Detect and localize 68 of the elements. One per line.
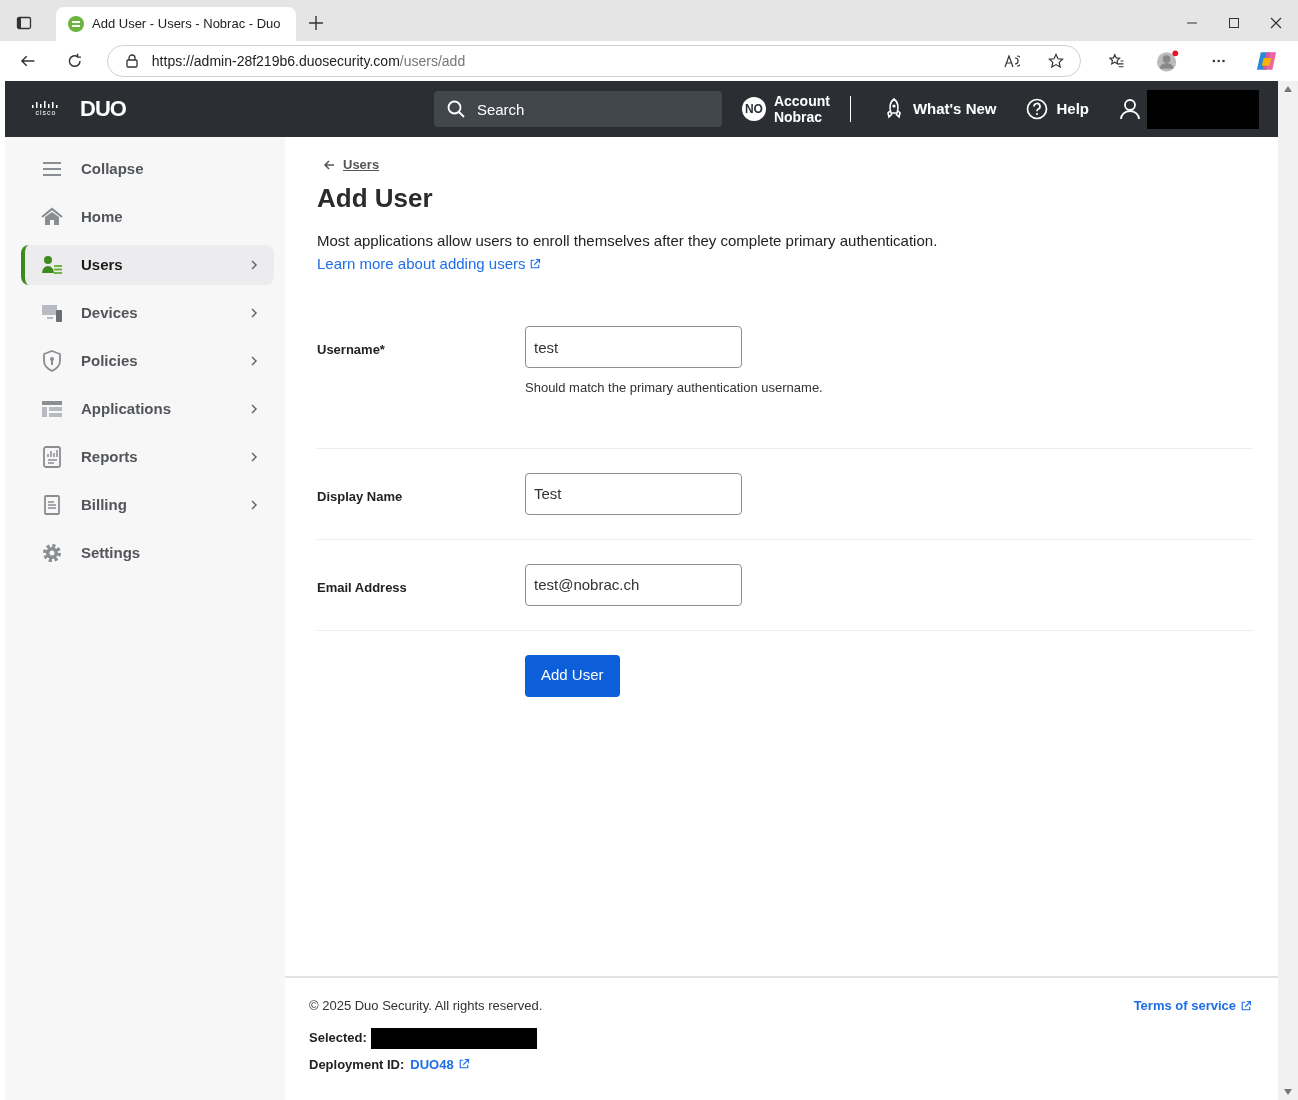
- deployment-id-link[interactable]: DUO48: [410, 1054, 470, 1074]
- description-text: Most applications allow users to enroll themselves after they complete primary authentication.: [317, 230, 939, 251]
- lock-icon: [123, 53, 140, 69]
- back-icon[interactable]: [20, 53, 36, 69]
- sidebar-item[interactable]: Policies: [21, 341, 274, 381]
- learn-more-link[interactable]: Learn more about adding users: [317, 253, 542, 276]
- field-label: Email Address: [317, 578, 408, 597]
- scroll-up-icon[interactable]: [1284, 85, 1292, 93]
- window-icon: [41, 398, 63, 420]
- devices-icon: [41, 302, 63, 324]
- duo-logo[interactable]: DUO: [80, 98, 126, 120]
- help-icon: [1026, 98, 1049, 120]
- maximize-icon[interactable]: [1228, 17, 1240, 29]
- house-icon: [41, 206, 63, 228]
- browser-tab[interactable]: Add User - Users - Nobrac - Duo: [56, 7, 296, 41]
- deployment-label: Deployment ID:: [309, 1055, 405, 1074]
- sidebar-item[interactable]: Users: [21, 245, 274, 285]
- sidebar-item[interactable]: Devices: [21, 293, 274, 333]
- scrollbar[interactable]: [1278, 81, 1298, 1100]
- text-input[interactable]: Test: [525, 472, 742, 515]
- field-label: Username*: [317, 341, 386, 359]
- help-link[interactable]: Help: [1026, 97, 1089, 121]
- copyright-text: © 2025 Duo Security. All rights reserved.: [309, 997, 543, 1015]
- page-title: Add User: [317, 181, 434, 215]
- search-icon: [446, 100, 465, 118]
- account-name: Nobrac: [773, 109, 824, 125]
- star-icon[interactable]: [1047, 53, 1064, 69]
- document-icon: [41, 494, 63, 516]
- add-user-button[interactable]: Add User: [525, 654, 620, 697]
- cisco-bars-icon: [31, 101, 61, 109]
- settings-icon: [41, 542, 63, 564]
- sidebar-item[interactable]: Applications: [21, 389, 274, 429]
- new-tab-icon[interactable]: [308, 15, 324, 31]
- tab-title: Add User - Users - Nobrac - Duo: [92, 15, 281, 34]
- shield-icon: [41, 350, 63, 372]
- reload-icon[interactable]: [67, 53, 83, 69]
- whats-new-link[interactable]: What's New: [882, 97, 997, 121]
- copilot-icon[interactable]: [1254, 49, 1278, 73]
- text-input[interactable]: test: [525, 326, 742, 368]
- duo-favicon-icon: [68, 16, 84, 32]
- external-link-icon: [457, 1058, 470, 1071]
- sidebar-item[interactable]: Home: [21, 197, 274, 237]
- chart-document-icon: [41, 446, 63, 468]
- account-badge: NO: [741, 97, 766, 121]
- sidebar-item[interactable]: Collapse: [21, 149, 274, 189]
- tab-list-icon[interactable]: [16, 15, 32, 31]
- external-link-icon: [529, 258, 542, 271]
- back-arrow-icon: [323, 158, 335, 171]
- profile-avatar-icon[interactable]: [1156, 49, 1180, 73]
- account-name: Account: [773, 93, 830, 109]
- terms-link[interactable]: Terms of service: [1133, 996, 1252, 1016]
- url-text: https://admin-28f219b6.duosecurity.com/users/add: [151, 51, 467, 71]
- selected-label: Selected:: [309, 1029, 367, 1048]
- read-aloud-icon[interactable]: [1003, 53, 1020, 69]
- text-input[interactable]: test@nobrac.ch: [525, 563, 742, 606]
- users-icon: [41, 254, 63, 276]
- field-hint: Should match the primary authentication username.: [525, 379, 823, 397]
- user-icon[interactable]: [1119, 98, 1141, 120]
- search-field[interactable]: Search: [433, 91, 722, 127]
- sidebar-item[interactable]: Settings: [21, 533, 274, 573]
- favorites-icon[interactable]: [1108, 53, 1125, 69]
- field-label: Display Name: [317, 487, 404, 506]
- scroll-down-icon[interactable]: [1284, 1088, 1292, 1096]
- close-icon[interactable]: [1270, 17, 1282, 29]
- breadcrumb-link[interactable]: Users: [323, 155, 1253, 175]
- sidebar-item[interactable]: Reports: [21, 437, 274, 477]
- sidebar-item[interactable]: Billing: [21, 485, 274, 525]
- external-link-icon: [1240, 999, 1252, 1012]
